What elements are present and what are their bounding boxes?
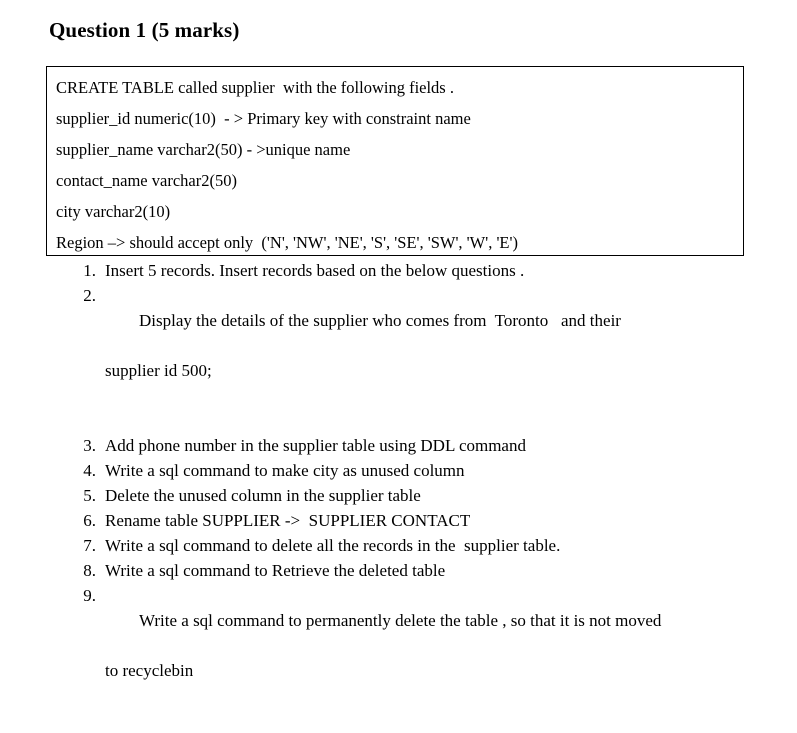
list-item-number: 7. [83,536,96,555]
list-item: 5. Delete the unused column in the suppl… [0,483,797,508]
list-item: 1. Insert 5 records. Insert records base… [0,258,797,283]
list-item-number: 9. [83,586,96,605]
spec-line-region: Region –> should accept only ('N', 'NW',… [56,233,518,252]
page-title: Question 1 (5 marks) [49,18,240,42]
list-item-text: Write a sql command to delete all the re… [105,536,561,555]
list-item-text: Insert 5 records. Insert records based o… [105,261,525,280]
list-item: 6. Rename table SUPPLIER -> SUPPLIER CON… [0,508,797,533]
list-item-text: Delete the unused column in the supplier… [105,486,421,505]
list-item-number: 3. [83,436,96,455]
list-item: 9. Write a sql command to permanently de… [0,583,797,733]
document-page: Question 1 (5 marks) CREATE TABLE called… [0,0,797,680]
list-item-number: 8. [83,561,96,580]
spec-line-contact-name: contact_name varchar2(50) [56,171,237,190]
question-list: 1. Insert 5 records. Insert records base… [0,258,797,733]
spec-line-supplier-name: supplier_name varchar2(50) - >unique nam… [56,140,351,159]
list-item: 3. Add phone number in the supplier tabl… [0,433,797,458]
list-item: 2. Display the details of the supplier w… [0,283,797,433]
list-item-text: Add phone number in the supplier table u… [105,436,526,455]
list-item-text: Write a sql command to permanently delet… [105,583,757,733]
spec-line-create-table: CREATE TABLE called supplier with the fo… [56,78,454,97]
spec-line-city: city varchar2(10) [56,202,171,221]
list-item-text-line: Write a sql command to permanently delet… [139,611,662,630]
list-item-number: 1. [83,261,96,280]
list-item-text-continuation: to recyclebin [105,661,194,680]
list-item-number: 4. [83,461,96,480]
list-item: 7. Write a sql command to delete all the… [0,533,797,558]
list-item-text-continuation: supplier id 500; [105,361,212,380]
list-item: 8. Write a sql command to Retrieve the d… [0,558,797,583]
list-item: 4. Write a sql command to make city as u… [0,458,797,483]
list-item-text: Rename table SUPPLIER -> SUPPLIER CONTAC… [105,511,471,530]
list-item-text: Display the details of the supplier who … [105,283,757,433]
list-item-text: Write a sql command to Retrieve the dele… [105,561,446,580]
table-spec-box: CREATE TABLE called supplier with the fo… [46,66,744,256]
list-item-text: Write a sql command to make city as unus… [105,461,465,480]
list-item-number: 6. [83,511,96,530]
list-item-number: 2. [83,286,96,305]
list-item-text-line: Display the details of the supplier who … [139,311,621,330]
list-item-number: 5. [83,486,96,505]
spec-line-supplier-id: supplier_id numeric(10) - > Primary key … [56,109,471,128]
